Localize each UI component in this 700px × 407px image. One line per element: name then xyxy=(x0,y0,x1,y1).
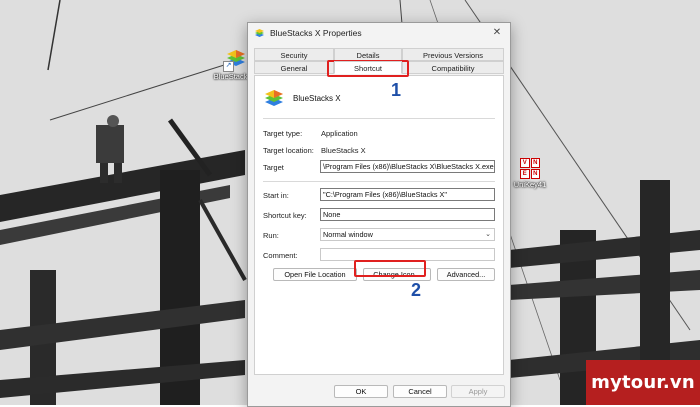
tab-strip: Security Details Previous Versions Gener… xyxy=(254,48,504,76)
run-select[interactable]: Normal window ⌄ xyxy=(320,228,495,241)
target-location-value: BlueStacks X xyxy=(321,146,366,155)
tab-security[interactable]: Security xyxy=(254,48,334,61)
tab-compatibility[interactable]: Compatibility xyxy=(402,61,504,74)
open-file-location-button[interactable]: Open File Location xyxy=(273,268,357,281)
apply-button[interactable]: Apply xyxy=(451,385,505,398)
start-in-input[interactable]: "C:\Program Files (x86)\BlueStacks X" xyxy=(320,188,495,201)
watermark-logo: mytour.vn xyxy=(586,360,700,405)
target-type-label: Target type: xyxy=(263,129,303,138)
step-number-1: 1 xyxy=(391,80,402,100)
shortcut-panel: BlueStacks X Target type: Application Ta… xyxy=(254,75,504,375)
ok-button[interactable]: OK xyxy=(334,385,388,398)
tab-previous-versions[interactable]: Previous Versions xyxy=(402,48,504,61)
properties-dialog: BlueStacks X Properties ✕ Security Detai… xyxy=(247,22,511,407)
shortcut-arrow-icon: ↗ xyxy=(223,61,234,72)
close-button[interactable]: ✕ xyxy=(490,26,504,40)
watermark-text: mytour.vn xyxy=(591,372,695,393)
unikey-icon: VNEN xyxy=(520,158,540,179)
cancel-button[interactable]: Cancel xyxy=(393,385,447,398)
step-number-2: 2 xyxy=(411,280,422,300)
divider xyxy=(263,181,495,182)
chevron-down-icon: ⌄ xyxy=(485,231,491,238)
target-input[interactable]: \Program Files (x86)\BlueStacks X\BlueSt… xyxy=(320,160,495,173)
bluestacks-icon xyxy=(255,28,264,37)
tab-general[interactable]: General xyxy=(254,61,334,74)
dialog-title: BlueStacks X Properties xyxy=(270,28,362,38)
shortcut-key-label: Shortcut key: xyxy=(263,211,307,220)
shortcut-key-input[interactable]: None xyxy=(320,208,495,221)
tab-shortcut[interactable]: Shortcut xyxy=(334,61,402,74)
app-name: BlueStacks X xyxy=(293,94,341,103)
target-type-value: Application xyxy=(321,129,358,138)
bluestacks-icon: ↗ xyxy=(223,48,247,72)
run-label: Run: xyxy=(263,231,279,240)
target-location-label: Target location: xyxy=(263,146,314,155)
comment-label: Comment: xyxy=(263,251,298,260)
start-in-label: Start in: xyxy=(263,191,289,200)
highlight-change-icon xyxy=(354,260,426,277)
target-label: Target xyxy=(263,163,284,172)
divider xyxy=(263,118,495,119)
advanced-button[interactable]: Advanced... xyxy=(437,268,495,281)
title-bar: BlueStacks X Properties ✕ xyxy=(248,23,510,43)
bluestacks-icon xyxy=(265,90,283,106)
run-select-value: Normal window xyxy=(323,230,373,239)
